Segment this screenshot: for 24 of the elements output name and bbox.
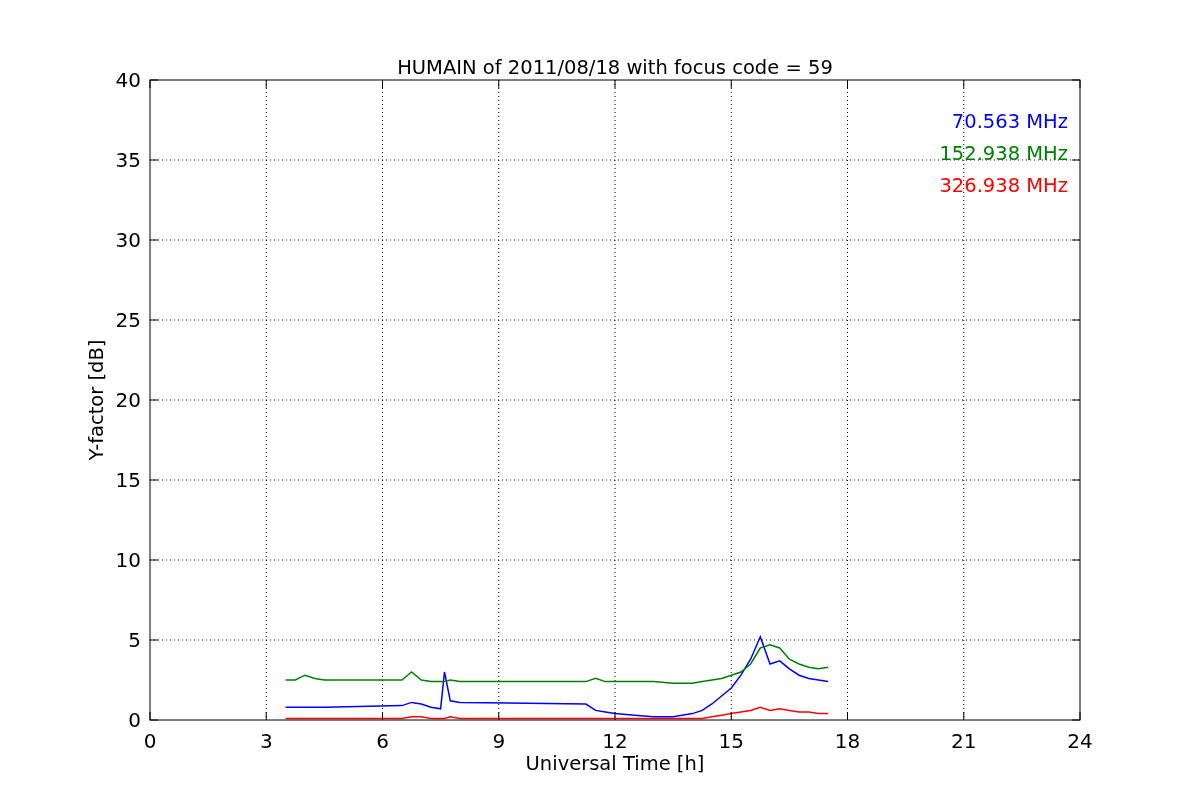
y-tick-label: 35	[115, 148, 141, 172]
y-tick-label: 15	[115, 468, 141, 492]
x-tick-label: 3	[259, 729, 273, 753]
x-axis-label: Universal Time [h]	[525, 752, 705, 775]
y-tick-label: 20	[115, 388, 141, 412]
x-tick-label: 21	[951, 729, 977, 753]
y-tick-label: 30	[115, 228, 141, 252]
y-tick-label: 25	[115, 308, 141, 332]
y-tick-label: 0	[128, 708, 141, 732]
legend-label: 152.938 MHz	[939, 142, 1068, 165]
chart-title: HUMAIN of 2011/08/18 with focus code = 59	[397, 56, 833, 79]
legend-label: 326.938 MHz	[939, 174, 1068, 197]
x-tick-label: 18	[834, 729, 861, 753]
y-tick-label: 10	[115, 548, 141, 572]
x-tick-label: 0	[143, 729, 157, 753]
x-tick-label: 12	[602, 729, 628, 753]
x-tick-label: 24	[1067, 729, 1093, 753]
y-tick-label: 5	[128, 628, 141, 652]
x-tick-label: 15	[718, 729, 744, 753]
x-tick-label: 6	[376, 729, 389, 753]
y-axis-label: Y-factor [dB]	[85, 339, 108, 461]
y-tick-label: 40	[115, 68, 141, 92]
legend-label: 70.563 MHz	[951, 110, 1068, 133]
x-tick-label: 9	[492, 729, 506, 753]
